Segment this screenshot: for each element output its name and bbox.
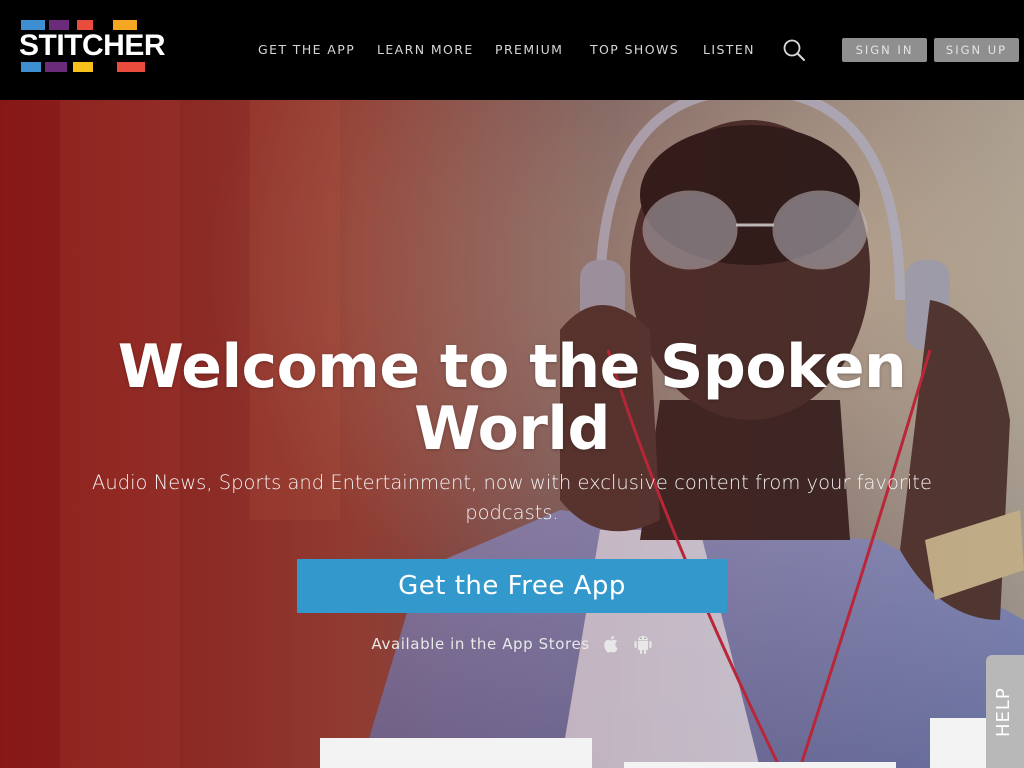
sign-in-button[interactable]: SIGN IN <box>842 38 927 62</box>
top-navigation-bar: STITCHER GET THE APP LEARN MORE PREMIUM … <box>0 0 1024 100</box>
help-tab[interactable]: HELP <box>986 655 1024 768</box>
hero-section: Welcome to the Spoken World Audio News, … <box>0 100 1024 768</box>
help-tab-label: HELP <box>993 687 1014 737</box>
nav-top-shows[interactable]: TOP SHOWS <box>590 41 679 59</box>
main-nav: GET THE APP LEARN MORE PREMIUM TOP SHOWS… <box>240 0 780 100</box>
logo-wordmark: STITCHER <box>19 29 166 62</box>
hero-subhead: Audio News, Sports and Entertainment, no… <box>92 471 932 524</box>
sign-up-button[interactable]: SIGN UP <box>934 38 1019 62</box>
app-stores-text: Available in the App Stores <box>371 634 590 653</box>
hero-headline: Welcome to the Spoken World <box>117 332 907 464</box>
logo-bar <box>73 62 93 72</box>
nav-learn-more[interactable]: LEARN MORE <box>377 41 474 59</box>
nav-listen[interactable]: LISTEN <box>703 41 755 59</box>
logo-bar <box>45 62 67 72</box>
nav-get-the-app[interactable]: GET THE APP <box>258 41 355 59</box>
preview-card <box>320 738 592 768</box>
app-stores-line: Available in the App Stores <box>300 632 724 654</box>
stitcher-logo[interactable]: STITCHER <box>19 20 166 74</box>
search-icon[interactable] <box>782 38 806 62</box>
preview-card <box>624 762 896 768</box>
get-free-app-button[interactable]: Get the Free App <box>297 559 727 613</box>
logo-color-bars-bottom <box>19 62 147 72</box>
logo-bar <box>117 62 145 72</box>
android-icon[interactable] <box>634 634 652 654</box>
apple-icon[interactable] <box>603 634 621 654</box>
nav-premium[interactable]: PREMIUM <box>495 41 563 59</box>
logo-bar <box>21 62 41 72</box>
